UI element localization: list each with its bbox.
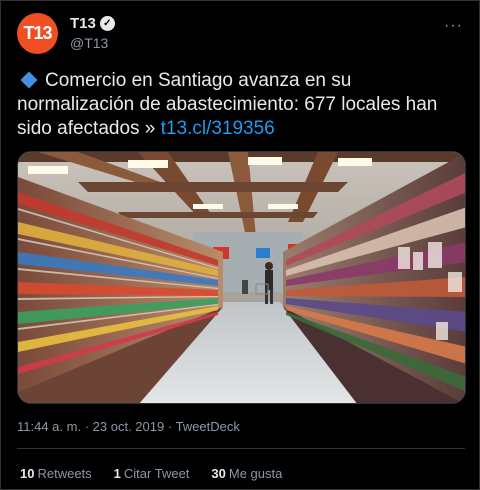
likes-label: Me gusta [228,466,283,481]
quotes-label: Citar Tweet [123,466,190,481]
tweet-photo[interactable] [17,151,466,404]
avatar[interactable]: T13 [17,13,58,54]
quotes-count: 1 [113,466,121,481]
tweet-time[interactable]: 11:44 a. m. [17,419,81,434]
display-name[interactable]: T13 [70,15,96,32]
meta-separator: · [84,419,90,434]
display-name-row[interactable]: T13 ✓ [70,15,115,32]
blue-diamond-icon [20,71,38,89]
divider [17,448,465,449]
quotes-stat[interactable]: 1 Citar Tweet [114,466,190,481]
supermarket-aisle-image [18,152,465,403]
tweet-date[interactable]: 23 oct. 2019 [93,419,165,434]
verified-badge-icon: ✓ [99,16,115,31]
likes-stat[interactable]: 30 Me gusta [211,466,282,481]
tweet-header: T13 T13 ✓ @T13 ··· [17,13,465,57]
tweet-stats: 10 Retweets 1 Citar Tweet 30 Me gusta [20,466,282,481]
tweet-link[interactable]: t13.cl/319356 [161,118,275,139]
tweet-meta: 11:44 a. m. · 23 oct. 2019 · TweetDeck [17,419,240,434]
avatar-logo: T13 [23,23,52,43]
retweets-count: 10 [20,466,35,481]
more-options-icon[interactable]: ··· [444,17,463,35]
retweets-stat[interactable]: 10 Retweets [20,466,92,481]
likes-count: 30 [211,466,226,481]
author-names: T13 ✓ @T13 [70,15,115,51]
handle[interactable]: @T13 [70,35,115,51]
retweets-label: Retweets [37,466,92,481]
tweet-card: T13 T13 ✓ @T13 ··· Comercio en Santiago … [0,0,480,490]
tweet-text: Comercio en Santiago avanza en su normal… [17,69,465,141]
meta-separator: · [167,419,173,434]
tweet-source[interactable]: TweetDeck [176,419,240,434]
